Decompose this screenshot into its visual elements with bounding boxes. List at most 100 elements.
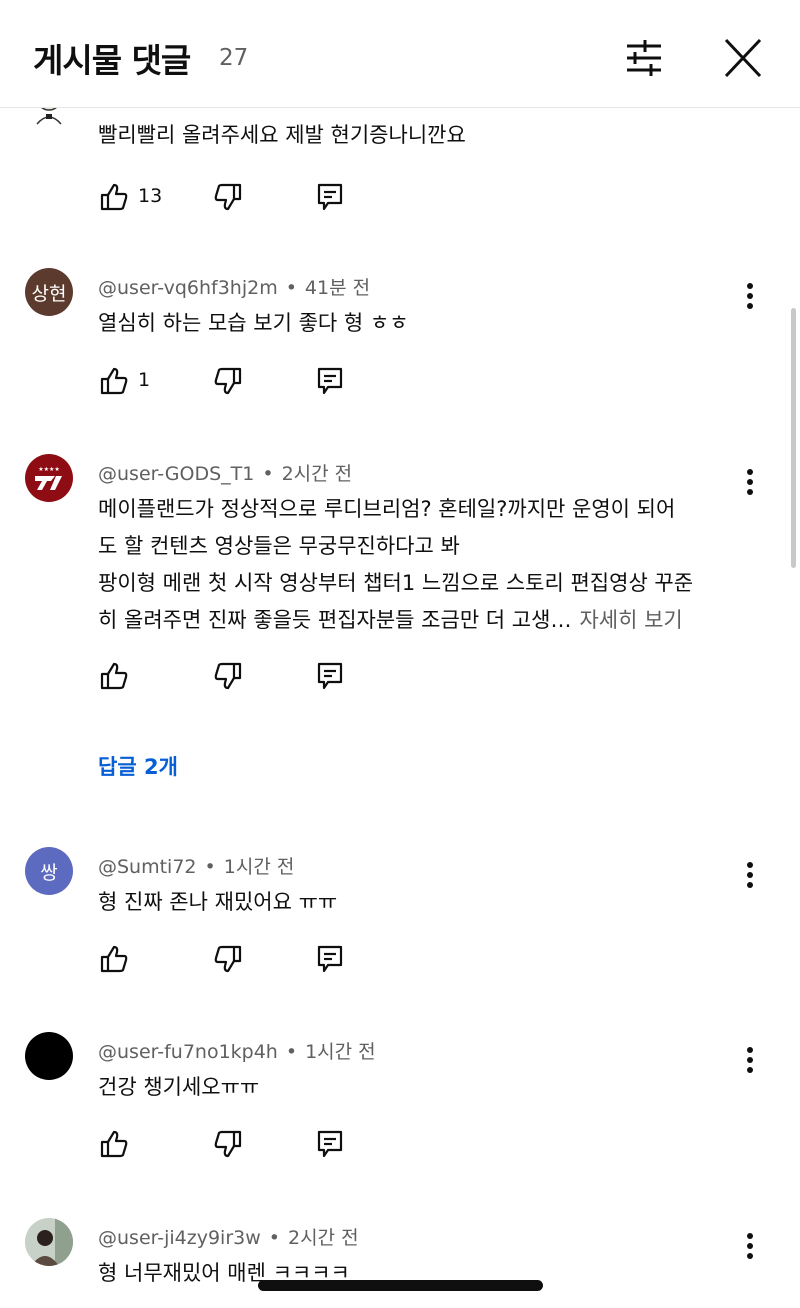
comment-text-line: 도 할 컨텐츠 영상들은 무궁무진하다고 봐 [98, 534, 460, 558]
comment-text-line: 형 진짜 존나 재밌어요 ㅠㅠ [98, 890, 338, 914]
comment-text: 빨리빨리 올려주세요 제발 현기증나니깐요 [98, 117, 748, 154]
comment-list[interactable]: 빨리빨리 올려주세요 제발 현기증나니깐요 13 상현 @user-vq6hf3… [0, 108, 800, 1308]
comment-author[interactable]: @user-vq6hf3hj2m [98, 277, 278, 299]
page-title: 게시물 댓글 [33, 41, 191, 80]
thumbs-down-icon [214, 183, 242, 211]
user-avatar-icon [36, 108, 62, 125]
reply-button[interactable] [316, 661, 344, 691]
like-button[interactable] [100, 366, 128, 396]
avatar-initials: 쌍 [40, 861, 58, 884]
comment-text-line: 히 올려주면 진짜 좋을듯 편집자분들 조금만 더 고생… 자세히 보기 [98, 602, 748, 639]
dislike-button[interactable] [214, 366, 242, 396]
t1-logo-icon: ★★★★ [35, 466, 62, 490]
like-button[interactable] [100, 661, 128, 691]
like-count: 13 [138, 185, 163, 207]
comment-time: 2시간 전 [281, 463, 353, 485]
more-vert-icon [738, 108, 762, 118]
comment-meta: @user-vq6hf3hj2m • 41분 전 [98, 273, 370, 300]
comment-menu-button[interactable] [738, 859, 762, 899]
reply-button[interactable] [316, 366, 344, 396]
comment-author[interactable]: @user-fu7no1kp4h [98, 1041, 278, 1063]
reply-button[interactable] [316, 1129, 344, 1159]
avatar[interactable] [25, 1032, 73, 1080]
comment-text: 메이플랜드가 정상적으로 루디브리엄? 혼테일?까지만 운영이 되어 도 할 컨… [98, 491, 748, 639]
comment-author[interactable]: @user-GODS_T1 [98, 463, 254, 485]
comment-text-line-end: 히 올려주면 진짜 좋을듯 편집자분들 조금만 더 고생… [98, 608, 572, 632]
sliders-icon [627, 40, 661, 76]
thumbs-up-icon [100, 945, 128, 973]
dislike-button[interactable] [214, 661, 242, 691]
like-button[interactable] [100, 182, 128, 212]
thumbs-down-icon [214, 662, 242, 690]
dislike-button[interactable] [214, 1129, 242, 1159]
user-photo-icon [25, 1218, 73, 1266]
separator-dot: • [285, 277, 297, 299]
comment-count: 27 [219, 45, 249, 71]
comment-text-line: 메이플랜드가 정상적으로 루디브리엄? 혼테일?까지만 운영이 되어 [98, 497, 676, 521]
reply-icon [317, 945, 343, 973]
avatar[interactable] [25, 108, 73, 128]
view-replies-button[interactable]: 답글 2개 [98, 751, 178, 781]
reply-button[interactable] [316, 944, 344, 974]
reply-icon [317, 367, 343, 395]
read-more-link[interactable]: 자세히 보기 [579, 608, 682, 632]
avatar[interactable]: 상현 [25, 268, 73, 316]
more-vert-icon [747, 1047, 753, 1073]
comment-time: 1시간 전 [305, 1041, 376, 1063]
dislike-button[interactable] [214, 944, 242, 974]
comment-text-line: 팡이형 메랜 첫 시작 영상부터 챕터1 느낌으로 스토리 편집영상 꾸준 [98, 571, 694, 595]
thumbs-up-icon [100, 183, 128, 211]
avatar[interactable] [25, 1218, 73, 1266]
svg-text:★★★★: ★★★★ [38, 466, 60, 473]
separator-dot: • [262, 463, 274, 485]
comment-meta: @user-fu7no1kp4h • 1시간 전 [98, 1037, 376, 1064]
thumbs-down-icon [214, 945, 242, 973]
thumbs-up-icon [100, 367, 128, 395]
separator-dot: • [268, 1227, 280, 1249]
comment-meta: @Sumti72 • 1시간 전 [98, 852, 294, 879]
comment-text-line: 열심히 하는 모습 보기 좋다 형 ㅎㅎ [98, 311, 409, 335]
comment-text: 건강 챙기세오ㅠㅠ [98, 1069, 748, 1106]
comment-author[interactable]: @Sumti72 [98, 856, 197, 878]
comment-meta: @user-ji4zy9ir3w • 2시간 전 [98, 1223, 359, 1250]
avatar-initials: 상현 [31, 282, 67, 305]
home-indicator[interactable] [258, 1280, 543, 1291]
avatar[interactable]: 쌍 [25, 847, 73, 895]
comment-menu-button[interactable] [738, 1044, 762, 1084]
comment-text: 형 진짜 존나 재밌어요 ㅠㅠ [98, 884, 748, 921]
like-count: 1 [138, 369, 151, 391]
like-button[interactable] [100, 1129, 128, 1159]
more-vert-icon [747, 1233, 753, 1259]
sort-filter-button[interactable] [621, 36, 667, 80]
thumbs-down-icon [214, 1130, 242, 1158]
close-button[interactable] [720, 36, 766, 80]
comment-time: 41분 전 [304, 277, 371, 299]
reply-icon [317, 662, 343, 690]
comment-time: 1시간 전 [223, 856, 295, 878]
separator-dot: • [204, 856, 216, 878]
reply-button[interactable] [316, 182, 344, 212]
comment-meta: @user-GODS_T1 • 2시간 전 [98, 459, 352, 486]
like-button[interactable] [100, 944, 128, 974]
thumbs-up-icon [100, 1130, 128, 1158]
scrollbar[interactable] [791, 308, 796, 568]
reply-icon [317, 1130, 343, 1158]
reply-icon [317, 183, 343, 211]
thumbs-down-icon [214, 367, 242, 395]
thumbs-up-icon [100, 662, 128, 690]
comment-menu-button[interactable] [738, 466, 762, 506]
avatar[interactable]: ★★★★ [25, 454, 73, 502]
more-vert-icon [747, 469, 753, 495]
comment-text: 열심히 하는 모습 보기 좋다 형 ㅎㅎ [98, 305, 748, 342]
dislike-button[interactable] [214, 182, 242, 212]
comment-text-line: 빨리빨리 올려주세요 제발 현기증나니깐요 [98, 123, 466, 147]
more-vert-icon [747, 283, 753, 309]
comment-menu-button[interactable] [738, 280, 762, 320]
comment-time: 2시간 전 [287, 1227, 359, 1249]
comment-menu-button[interactable] [738, 1230, 762, 1270]
close-icon [724, 38, 762, 78]
comment-menu-button[interactable] [738, 108, 762, 118]
comment-text-line: 건강 챙기세오ㅠㅠ [98, 1075, 260, 1099]
comment-author[interactable]: @user-ji4zy9ir3w [98, 1227, 261, 1249]
more-vert-icon [747, 862, 753, 888]
